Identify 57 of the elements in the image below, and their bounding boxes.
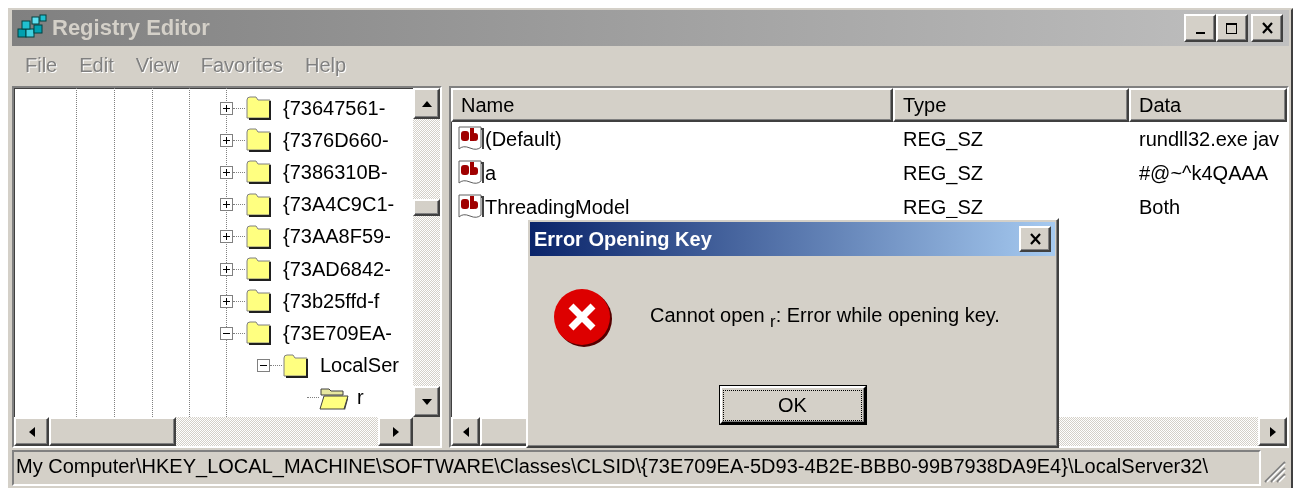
maximize-button[interactable] <box>1216 14 1248 42</box>
tree-item[interactable]: {73E709EA- <box>283 321 392 345</box>
scrollbar-corner <box>413 417 440 446</box>
expand-button[interactable] <box>220 230 233 244</box>
value-name: ThreadingModel <box>485 195 630 219</box>
expand-button[interactable] <box>220 198 233 212</box>
scroll-thumb[interactable] <box>413 199 440 216</box>
maximize-icon <box>1225 21 1239 35</box>
tree-item[interactable]: r <box>357 386 364 410</box>
scroll-left-button[interactable] <box>451 417 480 446</box>
ok-button[interactable]: OK <box>719 386 866 424</box>
tree-item[interactable]: {7376D660- <box>283 128 389 152</box>
expand-button[interactable] <box>220 133 233 147</box>
close-button[interactable] <box>1251 14 1283 42</box>
value-data: Both <box>1139 195 1181 218</box>
scroll-thumb[interactable] <box>49 417 176 446</box>
value-type: REG_SZ <box>903 127 984 150</box>
value-name: (Default) <box>485 127 562 151</box>
tree-item[interactable]: {73647561- <box>283 96 386 120</box>
column-header[interactable]: Name <box>451 88 893 122</box>
status-path: My Computer\HKEY_LOCAL_MACHINE\SOFTWARE\Classes\CLSID\{73E709EA-5D93-4B2E-BBB0-99B7938DA9E4}\LocalServer32\ <box>12 450 1261 486</box>
scroll-left-button[interactable] <box>14 417 49 446</box>
expand-button[interactable] <box>220 294 233 308</box>
document-icon <box>457 125 485 153</box>
minimize-button[interactable] <box>1184 14 1216 42</box>
value-type: REG_SZ <box>903 195 984 218</box>
close-icon <box>1028 233 1042 245</box>
tree-item[interactable]: LocalSer <box>320 354 399 378</box>
scroll-down-button[interactable] <box>413 386 440 417</box>
column-header[interactable]: Data <box>1129 88 1287 122</box>
value-data: #@~^k4QAAA <box>1139 161 1269 184</box>
expand-button[interactable] <box>220 165 233 179</box>
expand-button[interactable] <box>220 262 233 276</box>
close-button[interactable] <box>1019 226 1051 252</box>
collapse-button[interactable] <box>220 326 233 340</box>
error-icon <box>552 287 614 349</box>
scroll-up-button[interactable] <box>413 88 440 119</box>
minimize-icon <box>1195 31 1205 34</box>
tree-item[interactable]: {73AD6842- <box>283 257 391 281</box>
scroll-right-button[interactable] <box>1258 417 1287 446</box>
document-icon <box>457 193 485 221</box>
dialog-title: Error Opening Key <box>534 227 713 251</box>
document-icon <box>457 159 485 187</box>
tree-item[interactable]: {73b25ffd-f <box>283 289 380 313</box>
tree-item[interactable]: {73A4C9C1- <box>283 193 395 217</box>
window-title: Registry Editor <box>52 15 211 41</box>
value-data: rundll32.exe jav <box>1139 127 1280 150</box>
tree-item[interactable]: {73AA8F59- <box>283 225 391 249</box>
scroll-right-button[interactable] <box>378 417 413 446</box>
value-name: a <box>485 161 497 185</box>
column-header[interactable]: Type <box>893 88 1129 122</box>
tree-item[interactable]: {7386310B- <box>283 160 388 184</box>
collapse-button[interactable] <box>257 359 270 373</box>
close-icon <box>1260 22 1274 34</box>
expand-button[interactable] <box>220 101 233 115</box>
value-type: REG_SZ <box>903 161 984 184</box>
error-message: Cannot open $_{r}$: Error while opening key. <box>650 304 1000 332</box>
